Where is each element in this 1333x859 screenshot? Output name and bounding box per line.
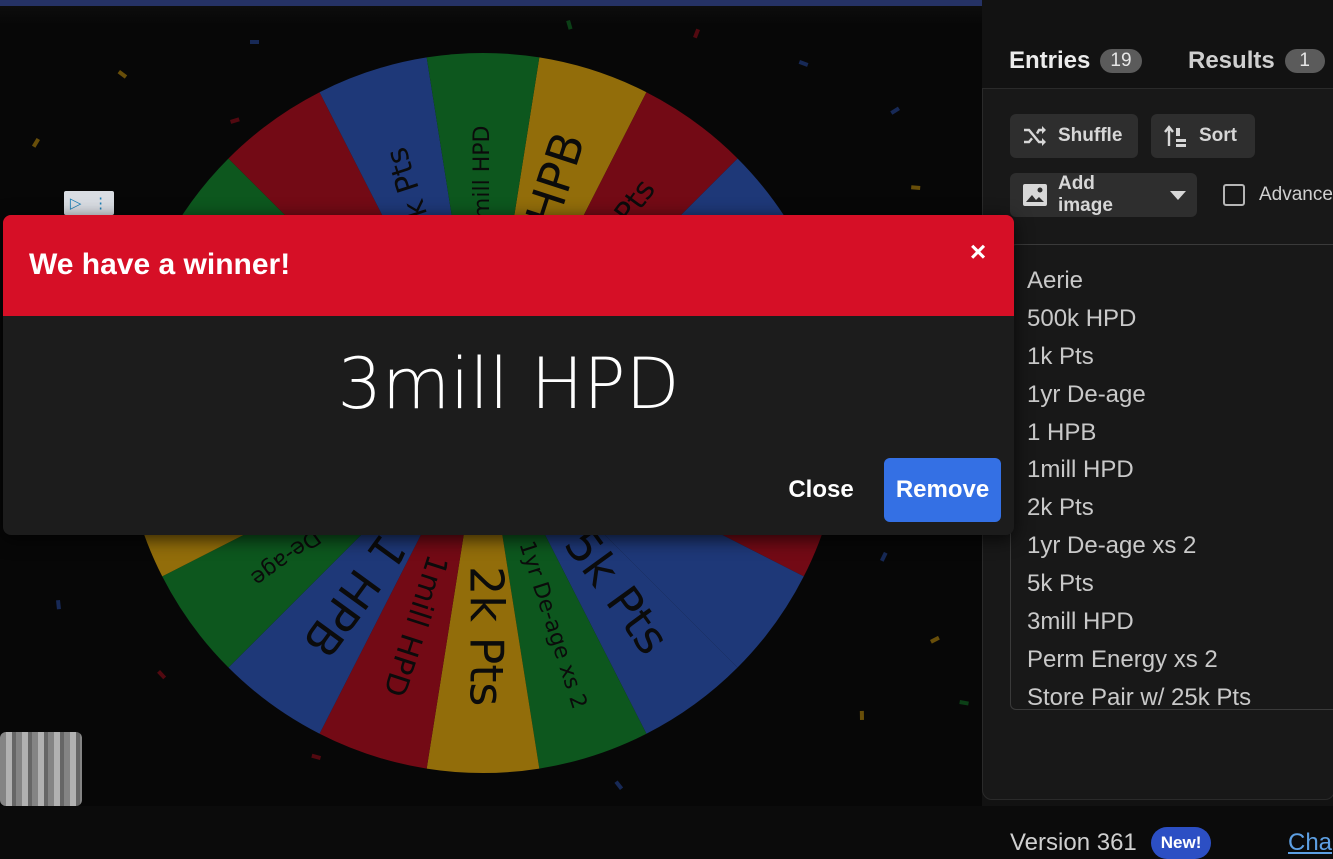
image-icon: [1022, 184, 1047, 206]
confetti-piece: [959, 699, 969, 706]
advanced-checkbox[interactable]: [1223, 184, 1245, 206]
shuffle-icon: [1024, 126, 1046, 146]
ad-play-icon[interactable]: ▷: [70, 194, 82, 212]
confetti-piece: [31, 137, 40, 148]
confetti-piece: [157, 670, 167, 680]
entry-item: 1k Pts: [1027, 342, 1094, 370]
tab-results-label: Results: [1188, 47, 1275, 74]
add-image-button[interactable]: Add image: [1010, 173, 1197, 217]
entries-count-badge: 19: [1100, 49, 1142, 73]
entry-item: Aerie: [1027, 267, 1084, 294]
entries-list: Aerie 500k HPD 1k Pts 1yr De-age 1 HPB 1mill …: [1011, 245, 1333, 710]
confetti-piece: [859, 710, 864, 720]
version-label: Version 361: [1010, 829, 1137, 856]
dialog-header: We have a winner! ×: [3, 215, 1014, 316]
version-info: Version 361 New!: [1010, 827, 1212, 859]
tab-entries-label: Entries: [1009, 47, 1091, 74]
entries-textarea[interactable]: Aerie 500k HPD 1k Pts 1yr De-age 1 HPB 1mill …: [1010, 244, 1333, 710]
new-badge: New!: [1150, 827, 1212, 859]
entry-item: 1yr De-age: [1027, 380, 1146, 408]
advanced-toggle[interactable]: Advanced: [1223, 173, 1333, 217]
confetti-piece: [311, 753, 322, 760]
confetti-piece: [117, 69, 128, 79]
confetti-piece: [890, 106, 900, 115]
advanced-label: Advanced: [1259, 184, 1333, 205]
confetti-piece: [566, 20, 573, 30]
winner-dialog: We have a winner! × 3mill HPD Close Remo…: [3, 215, 1014, 535]
entry-item: 1yr De-age xs 2: [1027, 532, 1197, 560]
winner-text: 3mill HPD: [337, 343, 680, 425]
tab-results[interactable]: Results 1: [1188, 36, 1325, 86]
entry-item: 3mill HPD: [1027, 608, 1134, 636]
entry-item: 1mill HPD: [1027, 456, 1134, 484]
confetti-piece: [798, 60, 809, 67]
entries-panel: Entries 19 Results 1 Shuffle Sort Add im…: [982, 0, 1333, 859]
thumbnail-image[interactable]: [0, 732, 82, 806]
sort-icon: [1164, 125, 1186, 147]
ad-badge[interactable]: ▷ ⋮: [64, 191, 114, 215]
entry-item: 500k HPD: [1027, 304, 1137, 332]
results-count-badge: 1: [1284, 49, 1325, 73]
tab-entries[interactable]: Entries 19: [1009, 36, 1142, 86]
wheel-segment-label: 2k Pts: [460, 566, 514, 706]
sort-button[interactable]: Sort: [1151, 114, 1255, 158]
shuffle-label: Shuffle: [1058, 125, 1123, 146]
confetti-piece: [614, 780, 624, 790]
changelog-link[interactable]: Cha: [1288, 829, 1332, 857]
close-button[interactable]: Close: [773, 458, 869, 522]
confetti-piece: [229, 117, 240, 124]
remove-button[interactable]: Remove: [884, 458, 1001, 522]
chevron-down-icon: [1170, 191, 1187, 200]
ad-menu-icon[interactable]: ⋮: [93, 194, 108, 212]
confetti-piece: [56, 600, 61, 610]
close-icon[interactable]: ×: [964, 238, 992, 266]
shuffle-button[interactable]: Shuffle: [1010, 114, 1138, 158]
dialog-title: We have a winner!: [29, 248, 291, 281]
add-image-label: Add image: [1057, 173, 1113, 216]
entry-item: Store Pair w/ 25k Pts: [1027, 683, 1252, 710]
entry-item: 1 HPB: [1027, 418, 1097, 446]
confetti-piece: [693, 28, 700, 39]
confetti-piece: [250, 40, 259, 44]
confetti-piece: [911, 185, 921, 190]
confetti-piece: [930, 635, 940, 644]
entry-item: Perm Energy xs 2: [1027, 645, 1218, 673]
entry-item: 5k Pts: [1027, 570, 1094, 598]
tab-bar: Entries 19 Results 1: [982, 36, 1333, 123]
sort-label: Sort: [1199, 125, 1237, 146]
entry-item: 2k Pts: [1027, 494, 1094, 522]
confetti-piece: [880, 551, 888, 562]
entries-box: Shuffle Sort Add image Advanced: [982, 88, 1333, 859]
